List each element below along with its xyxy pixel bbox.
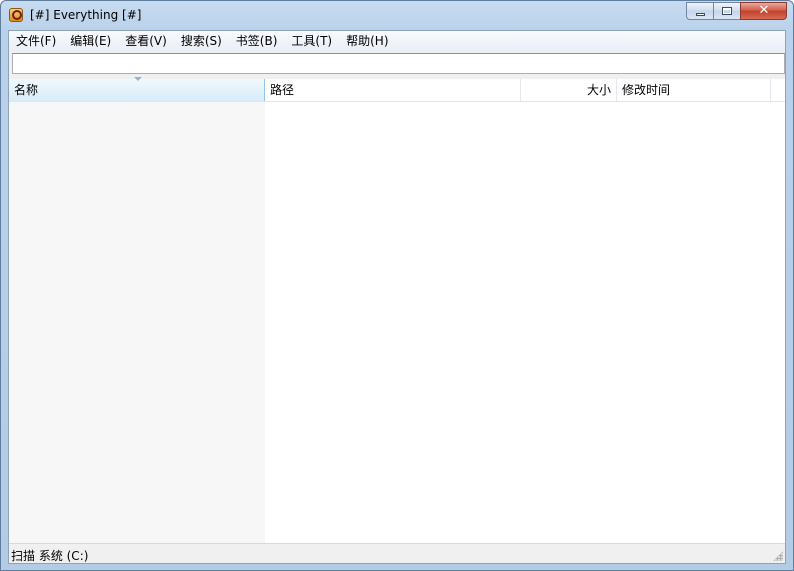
search-bar — [9, 51, 785, 77]
maximize-button[interactable] — [713, 2, 740, 20]
everything-app-icon[interactable] — [9, 8, 23, 22]
menu-view[interactable]: 查看(V) — [118, 31, 174, 51]
window-title: [#] Everything [#] — [30, 8, 142, 22]
minimize-button[interactable] — [686, 2, 713, 20]
menu-tools[interactable]: 工具(T) — [284, 31, 339, 51]
column-header-path-label: 路径 — [270, 83, 295, 97]
column-header-modified-label: 修改时间 — [622, 83, 671, 97]
menu-bookmarks[interactable]: 书签(B) — [229, 31, 285, 51]
column-header-size-label: 大小 — [586, 83, 611, 97]
menu-search[interactable]: 搜索(S) — [174, 31, 229, 51]
maximize-icon — [722, 7, 732, 15]
menu-file[interactable]: 文件(F) — [9, 31, 63, 51]
client-area: 文件(F) 编辑(E) 查看(V) 搜索(S) 书签(B) 工具(T) 帮助(H… — [8, 30, 786, 564]
name-column-shade — [9, 102, 265, 543]
menu-help[interactable]: 帮助(H) — [339, 31, 395, 51]
menu-bar: 文件(F) 编辑(E) 查看(V) 搜索(S) 书签(B) 工具(T) 帮助(H… — [9, 31, 785, 52]
close-icon: ✕ — [758, 3, 770, 18]
title-bar[interactable]: [#] Everything [#] ✕ — [1, 1, 793, 30]
close-button[interactable]: ✕ — [740, 2, 787, 20]
status-text: 扫描 系统 (C:) — [11, 549, 89, 563]
column-header-name-label: 名称 — [14, 83, 39, 97]
column-header-size[interactable]: 大小 — [521, 79, 617, 101]
results-list[interactable] — [9, 102, 785, 543]
sort-descending-icon — [134, 77, 142, 81]
column-header-modified[interactable]: 修改时间 — [617, 79, 771, 101]
menu-edit[interactable]: 编辑(E) — [63, 31, 118, 51]
column-header-path[interactable]: 路径 — [265, 79, 521, 101]
list-header: 名称 路径 大小 修改时间 — [9, 77, 785, 102]
app-window: [#] Everything [#] ✕ 文件(F) 编辑(E) 查看(V) 搜… — [0, 0, 794, 571]
minimize-icon — [696, 13, 705, 16]
status-bar: 扫描 系统 (C:) — [9, 543, 785, 563]
search-input[interactable] — [12, 53, 785, 74]
resize-grip-icon[interactable] — [773, 551, 783, 561]
caption-buttons: ✕ — [686, 2, 787, 21]
column-header-name[interactable]: 名称 — [9, 77, 265, 101]
